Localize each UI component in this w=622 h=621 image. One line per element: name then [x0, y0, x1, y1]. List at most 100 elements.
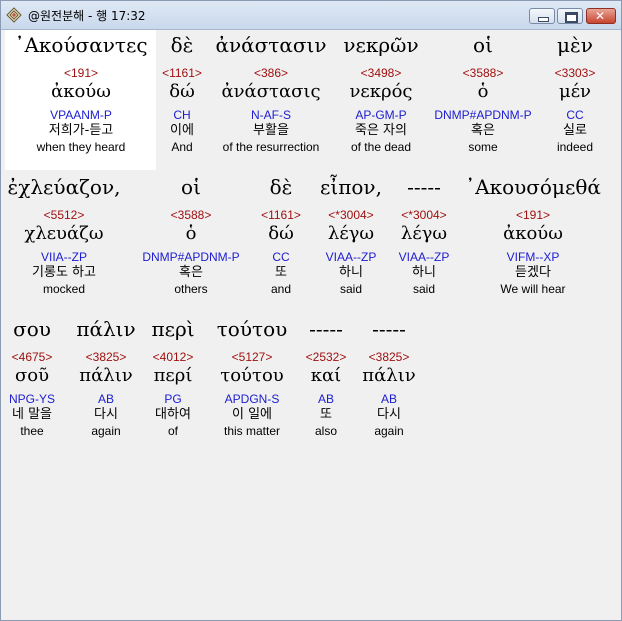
greek-word: ᾿Ακουσόμεθά	[465, 175, 601, 199]
parsing-code: AB	[97, 392, 114, 406]
word-cell[interactable]: ἐχλεύαζον, <5512> χλευάζω VIIA--ZP 기롱도 하…	[5, 174, 123, 296]
lemma: ὁ	[185, 223, 197, 244]
parsing-code: CH	[173, 108, 191, 122]
app-logo-icon	[6, 7, 22, 23]
korean-gloss: 듣겠다	[515, 265, 551, 280]
strong-number[interactable]: <386>	[212, 66, 330, 80]
english-gloss: said	[412, 282, 435, 296]
strong-number[interactable]: <3588>	[137, 208, 245, 222]
strong-number[interactable]: <191>	[463, 208, 603, 222]
strong-number[interactable]: <5512>	[5, 208, 123, 222]
word-cell[interactable]: οἱ <3588> ὁ DNMP#APDNM-P 혹은 others	[137, 174, 245, 296]
app-window: @원전분해 - 행 17:32 ᾿Ακούσαντες <191> ἀκούω …	[0, 0, 622, 621]
strong-number[interactable]: <1161>	[253, 208, 309, 222]
english-gloss: again	[91, 424, 121, 438]
korean-gloss: 죽은 자의	[355, 123, 407, 138]
lemma: χλευάζω	[24, 223, 104, 244]
lemma: λέγω	[400, 223, 448, 244]
close-button[interactable]	[586, 8, 616, 24]
strong-number[interactable]: <3825>	[357, 350, 421, 364]
english-gloss: said	[339, 282, 362, 296]
parsing-code: AP-GM-P	[355, 108, 407, 122]
korean-gloss: 또	[320, 407, 332, 422]
greek-word: ἀνάστασιν	[215, 33, 327, 57]
strong-number[interactable]: <191>	[5, 66, 157, 80]
english-gloss: and	[270, 282, 292, 296]
word-cell[interactable]: τούτου <5127> τούτου APDGN-S 이 일에 this m…	[209, 316, 295, 438]
word-cell[interactable]: δὲ <1161> δώ CC 또 and	[253, 174, 309, 296]
greek-word: -----	[407, 175, 441, 199]
parsing-code: DNMP#APDNM-P	[142, 250, 240, 264]
word-cell[interactable]: ----- <*3004> λέγω VIAA--ZP 하니 said	[391, 174, 457, 296]
lemma: πάλιν	[79, 365, 133, 386]
greek-word: -----	[372, 317, 406, 341]
parsing-code: DNMP#APDNM-P	[434, 108, 532, 122]
lemma: σοῦ	[14, 365, 50, 386]
word-cell[interactable]: ----- <3825> πάλιν AB 다시 again	[357, 316, 421, 438]
english-gloss: also	[314, 424, 337, 438]
word-cell[interactable]: πάλιν <3825> πάλιν AB 다시 again	[69, 316, 143, 438]
word-cell[interactable]: ᾿Ακουσόμεθά <191> ἀκούω VIFM--XP 듣겠다 We …	[463, 174, 603, 296]
strong-number[interactable]: <4012>	[145, 350, 201, 364]
korean-gloss: 이 일에	[231, 407, 272, 422]
parsing-code: NPG-YS	[8, 392, 55, 406]
word-cell[interactable]: ᾿Ακούσαντες <191> ἀκούω VPAANM-P 저희가-듣고 …	[5, 32, 157, 154]
lemma: τούτου	[220, 365, 284, 386]
parsing-code: N-AF-S	[251, 108, 291, 122]
lemma: πάλιν	[362, 365, 416, 386]
parsing-code: VIAA--ZP	[325, 250, 377, 264]
greek-word: οἱ	[181, 175, 201, 199]
korean-gloss: 이에	[170, 123, 194, 138]
word-cell[interactable]: νεκρῶν <3498> νεκρός AP-GM-P 죽은 자의 of th…	[335, 32, 427, 154]
greek-word: οἱ	[473, 33, 493, 57]
word-cell[interactable]: ----- <2532> καί AB 또 also	[301, 316, 351, 438]
greek-word: περὶ	[151, 317, 195, 341]
parsing-code: VPAANM-P	[50, 108, 112, 122]
greek-word: ᾿Ακούσαντες	[14, 33, 148, 57]
english-gloss: when they heard	[36, 140, 126, 154]
korean-gloss: 부활을	[253, 123, 289, 138]
strong-number[interactable]: <3498>	[335, 66, 427, 80]
greek-word: ἐχλεύαζον,	[7, 175, 121, 199]
greek-word: -----	[309, 317, 343, 341]
strong-number[interactable]: <4675>	[5, 350, 59, 364]
parsing-code: AB	[317, 392, 334, 406]
strong-number[interactable]: <3303>	[545, 66, 605, 80]
word-cell[interactable]: ἀνάστασιν <386> ἀνάστασις N-AF-S 부활을 of …	[212, 32, 330, 154]
word-cell[interactable]: δὲ <1161> δώ CH 이에 And	[152, 32, 212, 154]
lemma: δώ	[268, 223, 294, 244]
korean-gloss: 하니	[339, 265, 363, 280]
english-gloss: this matter	[223, 424, 280, 438]
maximize-button[interactable]	[557, 8, 583, 24]
word-cell[interactable]: περὶ <4012> περί PG 대하여 of	[145, 316, 201, 438]
strong-number[interactable]: <2532>	[301, 350, 351, 364]
strong-number[interactable]: <*3004>	[391, 208, 457, 222]
english-gloss: others	[174, 282, 208, 296]
strong-number[interactable]: <*3004>	[315, 208, 387, 222]
english-gloss: mocked	[42, 282, 86, 296]
window-title: @원전분해 - 행 17:32	[28, 9, 146, 23]
english-gloss: of the resurrection	[222, 140, 320, 154]
lemma: καί	[310, 365, 342, 386]
word-cell[interactable]: οἱ <3588> ὁ DNMP#APDNM-P 혹은 some	[429, 32, 537, 154]
lemma: ἀνάστασις	[221, 81, 321, 102]
lemma: λέγω	[327, 223, 375, 244]
greek-word: εἶπον,	[320, 175, 382, 199]
strong-number[interactable]: <5127>	[209, 350, 295, 364]
word-cell[interactable]: εἶπον, <*3004> λέγω VIAA--ZP 하니 said	[315, 174, 387, 296]
parsing-code: VIIA--ZP	[40, 250, 87, 264]
word-cell[interactable]: σου <4675> σοῦ NPG-YS 네 말을 thee	[5, 316, 59, 438]
strong-number[interactable]: <3588>	[429, 66, 537, 80]
strong-number[interactable]: <3825>	[69, 350, 143, 364]
korean-gloss: 혹은	[471, 123, 495, 138]
korean-gloss: 다시	[377, 407, 401, 422]
title-bar[interactable]: @원전분해 - 행 17:32	[1, 1, 621, 30]
parsing-code: VIFM--XP	[506, 250, 560, 264]
english-gloss: We will hear	[500, 282, 566, 296]
minimize-button[interactable]	[529, 8, 555, 24]
korean-gloss: 저희가-듣고	[48, 123, 114, 138]
word-cell[interactable]: μὲν <3303> μέν CC 실로 indeed	[545, 32, 605, 154]
strong-number[interactable]: <1161>	[152, 66, 212, 80]
english-gloss: of	[167, 424, 178, 438]
greek-word: σου	[13, 317, 51, 341]
